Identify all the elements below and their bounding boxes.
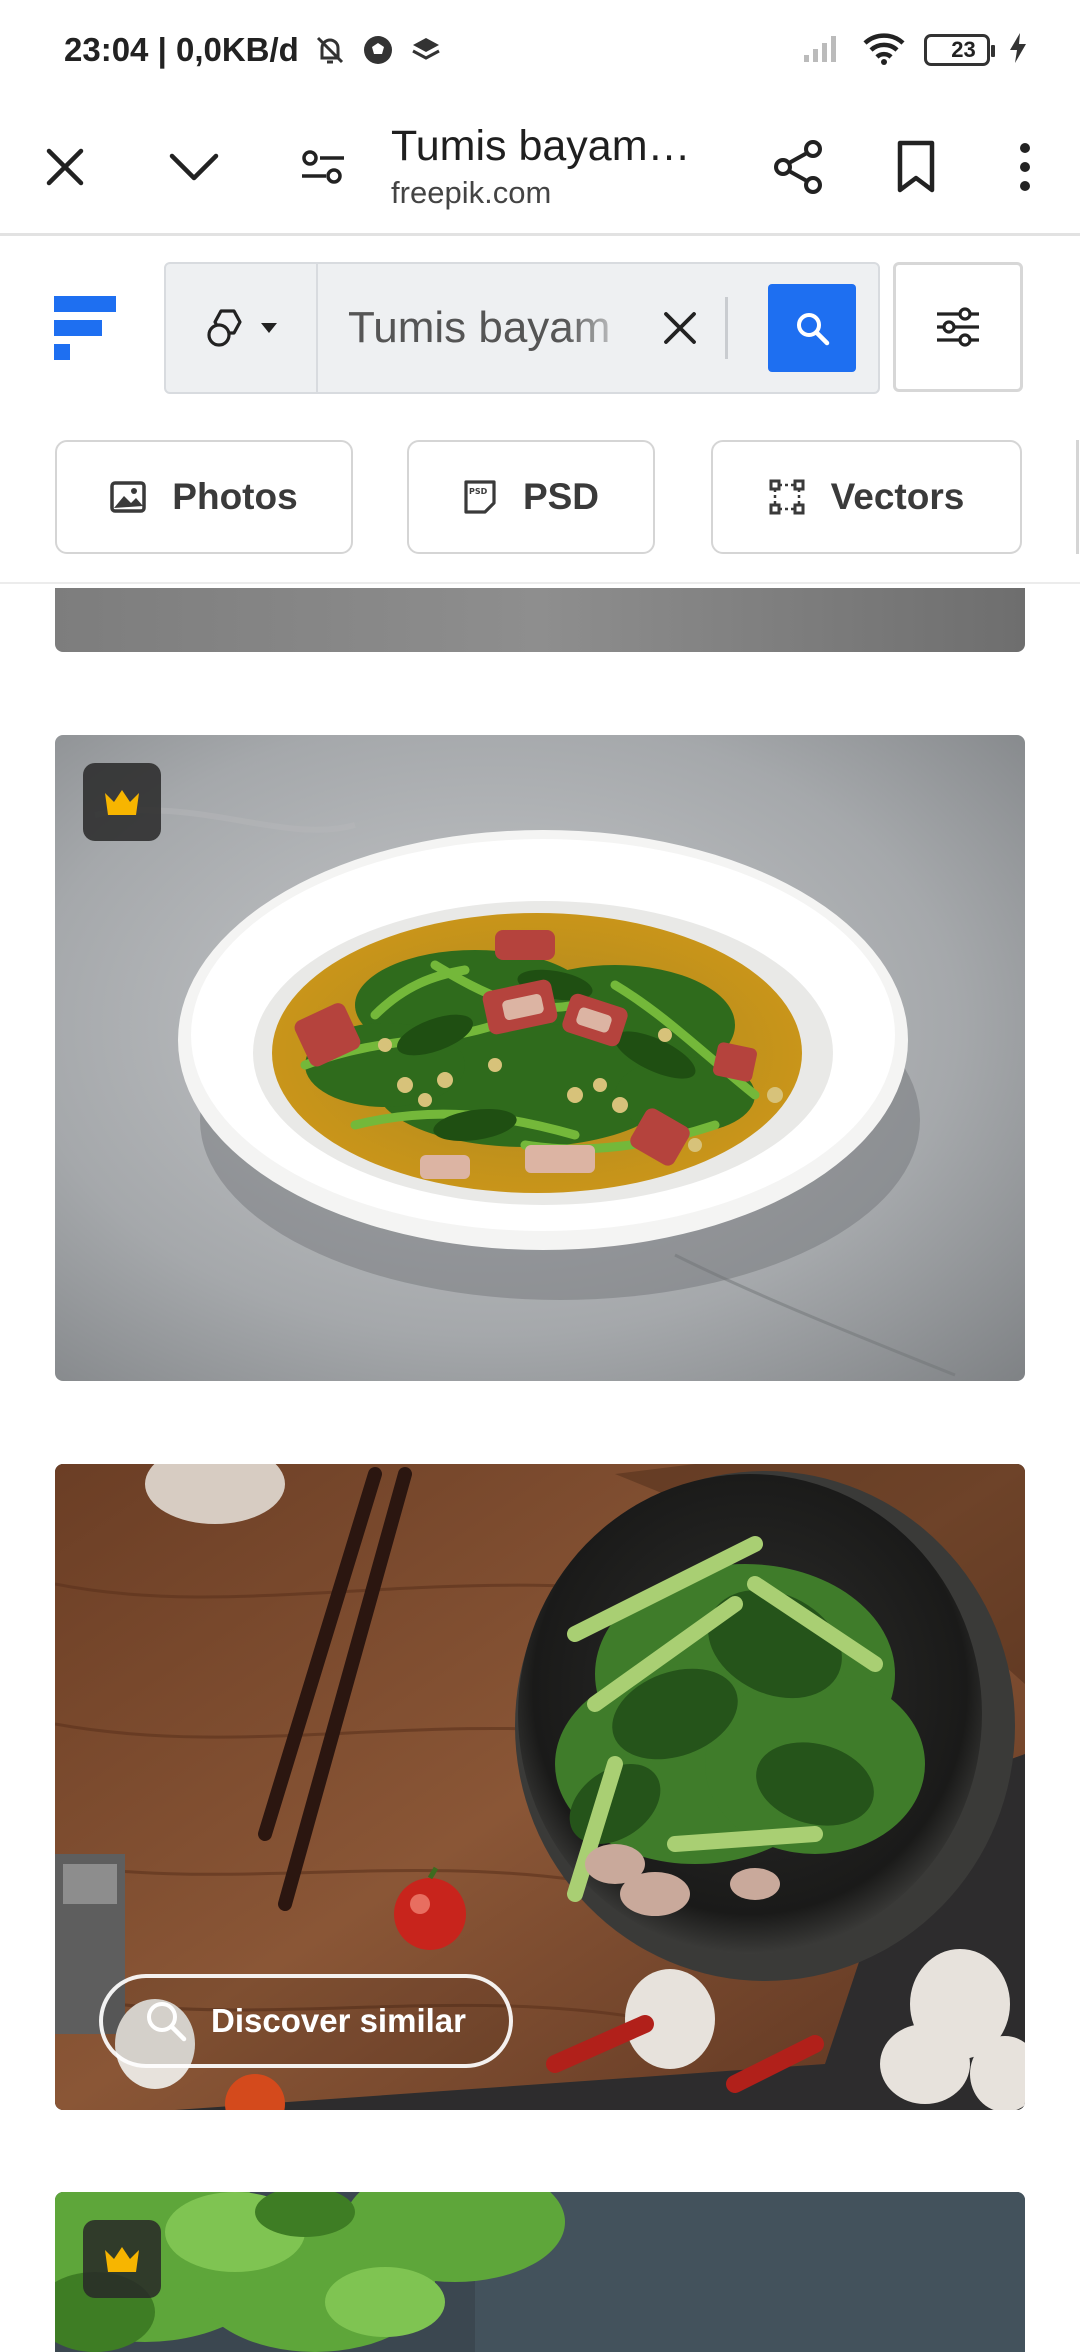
tune-settings-icon — [301, 149, 344, 184]
page-title: Tumis bayam… — [391, 122, 691, 170]
vector-nodes-icon — [769, 479, 805, 515]
status-time-speed: 23:04 | 0,0KB/d — [64, 31, 299, 68]
chip-label: Vectors — [830, 476, 965, 517]
minimize-tab-button[interactable] — [129, 99, 258, 235]
search-bar: Tumis bayam — [164, 262, 880, 394]
close-tab-button[interactable] — [0, 99, 129, 235]
share-icon — [774, 139, 823, 194]
premium-badge — [83, 2220, 161, 2298]
shapes-icon — [207, 309, 242, 347]
food-photo — [55, 735, 1025, 1381]
chip-label: Photos — [172, 476, 298, 517]
photo-card-partial[interactable] — [55, 588, 1025, 652]
layers-icon — [409, 33, 443, 67]
image-icon — [110, 481, 147, 513]
food-photo — [55, 2192, 1025, 2352]
caret-down-icon — [261, 323, 277, 333]
cell-signal-icon — [802, 33, 844, 68]
football-icon — [361, 33, 395, 67]
chip-overflow-edge — [1076, 440, 1080, 554]
search-icon — [797, 313, 830, 346]
close-icon — [664, 312, 696, 344]
search-divider — [725, 297, 728, 359]
discover-similar-label: Discover similar — [211, 2002, 466, 2039]
chip-label: PSD — [522, 476, 600, 517]
photo-card[interactable] — [55, 735, 1025, 1381]
wifi-icon — [862, 31, 906, 70]
search-submit-button[interactable] — [768, 284, 856, 372]
photo-card[interactable] — [55, 2192, 1025, 2352]
close-icon — [46, 148, 83, 185]
svg-text:PSD: PSD — [469, 487, 488, 496]
share-button[interactable] — [735, 99, 862, 235]
battery-indicator: 23 — [924, 34, 995, 66]
page-title-block[interactable]: Tumis bayam… freepik.com — [387, 122, 715, 211]
search-input[interactable]: Tumis bayam — [318, 303, 635, 353]
bookmark-button[interactable] — [862, 99, 971, 235]
psd-file-icon: PSD — [464, 480, 496, 514]
custom-tab-toolbar: Tumis bayam… freepik.com — [0, 100, 1080, 236]
filters-button[interactable] — [893, 262, 1023, 392]
chevron-down-icon — [169, 153, 218, 180]
crown-icon — [105, 2247, 139, 2272]
more-options-button[interactable] — [971, 99, 1080, 235]
freepik-logo-icon — [54, 296, 116, 360]
discover-similar-button[interactable]: Discover similar — [99, 1974, 513, 2068]
premium-badge — [83, 763, 161, 841]
clear-search-button[interactable] — [635, 264, 725, 392]
chip-vectors[interactable]: Vectors — [711, 440, 1022, 554]
mute-bell-icon — [313, 33, 347, 67]
chip-psd[interactable]: PSD PSD — [407, 440, 655, 554]
battery-level: 23 — [951, 37, 976, 62]
freepik-logo[interactable] — [54, 296, 120, 360]
site-settings-button[interactable] — [258, 99, 387, 235]
more-vert-icon — [1020, 142, 1031, 191]
status-bar-right: 23 — [802, 31, 1028, 70]
asset-type-dropdown[interactable] — [166, 264, 318, 392]
page-domain: freepik.com — [391, 175, 552, 210]
bookmark-icon — [897, 140, 935, 192]
status-bar: 23:04 | 0,0KB/d 23 — [0, 0, 1080, 100]
search-icon — [147, 2002, 187, 2042]
photo-card[interactable]: Discover similar — [55, 1464, 1025, 2110]
status-bar-left: 23:04 | 0,0KB/d — [64, 31, 443, 69]
chip-photos[interactable]: Photos — [55, 440, 353, 554]
charging-icon — [1008, 32, 1028, 69]
sliders-icon — [937, 307, 979, 347]
crown-icon — [105, 790, 139, 815]
